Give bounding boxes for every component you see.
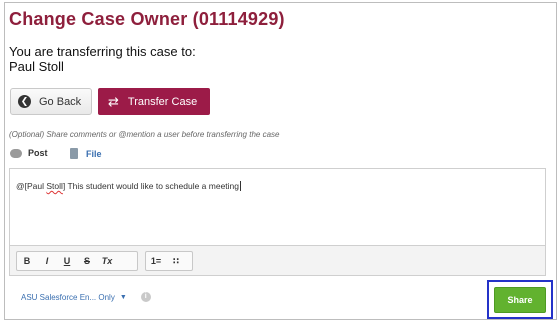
share-button[interactable]: Share <box>494 287 546 313</box>
go-back-button[interactable]: ❮ Go Back <box>10 88 92 115</box>
italic-button[interactable]: I <box>37 256 57 266</box>
transfer-case-label: Transfer Case <box>127 95 198 108</box>
transfer-arrows-icon: ⇄ <box>108 93 119 109</box>
transfer-case-button[interactable]: ⇄ Transfer Case <box>98 88 210 115</box>
info-icon[interactable]: i <box>140 292 151 302</box>
numbered-list-button[interactable]: 1= <box>146 256 166 266</box>
mention-first-name: Paul <box>27 181 47 191</box>
tab-post[interactable]: Post <box>10 148 48 158</box>
transfer-message: You are transferring this case to: <box>9 44 196 59</box>
underline-button[interactable]: U <box>57 256 77 266</box>
back-arrow-circle-icon: ❮ <box>18 95 31 108</box>
bulleted-list-button[interactable]: ∷ <box>166 256 186 267</box>
page-title: Change Case Owner (01114929) <box>9 9 285 29</box>
bold-button[interactable]: B <box>17 256 37 266</box>
document-icon <box>70 148 78 159</box>
formatting-toolbar: B I U S Tx 1= ∷ <box>9 245 546 276</box>
mention-open: @[ <box>16 181 27 191</box>
new-owner-name: Paul Stoll <box>9 59 64 74</box>
chat-bubble-icon <box>10 148 22 158</box>
strikethrough-button[interactable]: S <box>77 256 97 266</box>
text-format-group: B I U S Tx <box>16 251 138 271</box>
visibility-selector[interactable]: ASU Salesforce En... Only ▼ i <box>21 292 151 302</box>
text-caret <box>240 181 242 191</box>
go-back-label: Go Back <box>39 95 82 108</box>
composer-hint: (Optional) Share comments or @mention a … <box>9 130 280 139</box>
list-format-group: 1= ∷ <box>145 251 193 271</box>
clear-format-button[interactable]: Tx <box>97 256 117 266</box>
comment-text: @[Paul Stoll] This student would like to… <box>16 181 242 191</box>
visibility-label: ASU Salesforce En... Only <box>21 292 115 302</box>
tab-file[interactable]: File <box>70 148 102 159</box>
chevron-down-icon: ▼ <box>119 293 127 301</box>
tab-file-label: File <box>86 148 102 159</box>
mention-last-name: Stoll <box>46 181 63 191</box>
comment-body: ] This student would like to schedule a … <box>62 181 240 191</box>
tab-post-label: Post <box>28 148 48 158</box>
